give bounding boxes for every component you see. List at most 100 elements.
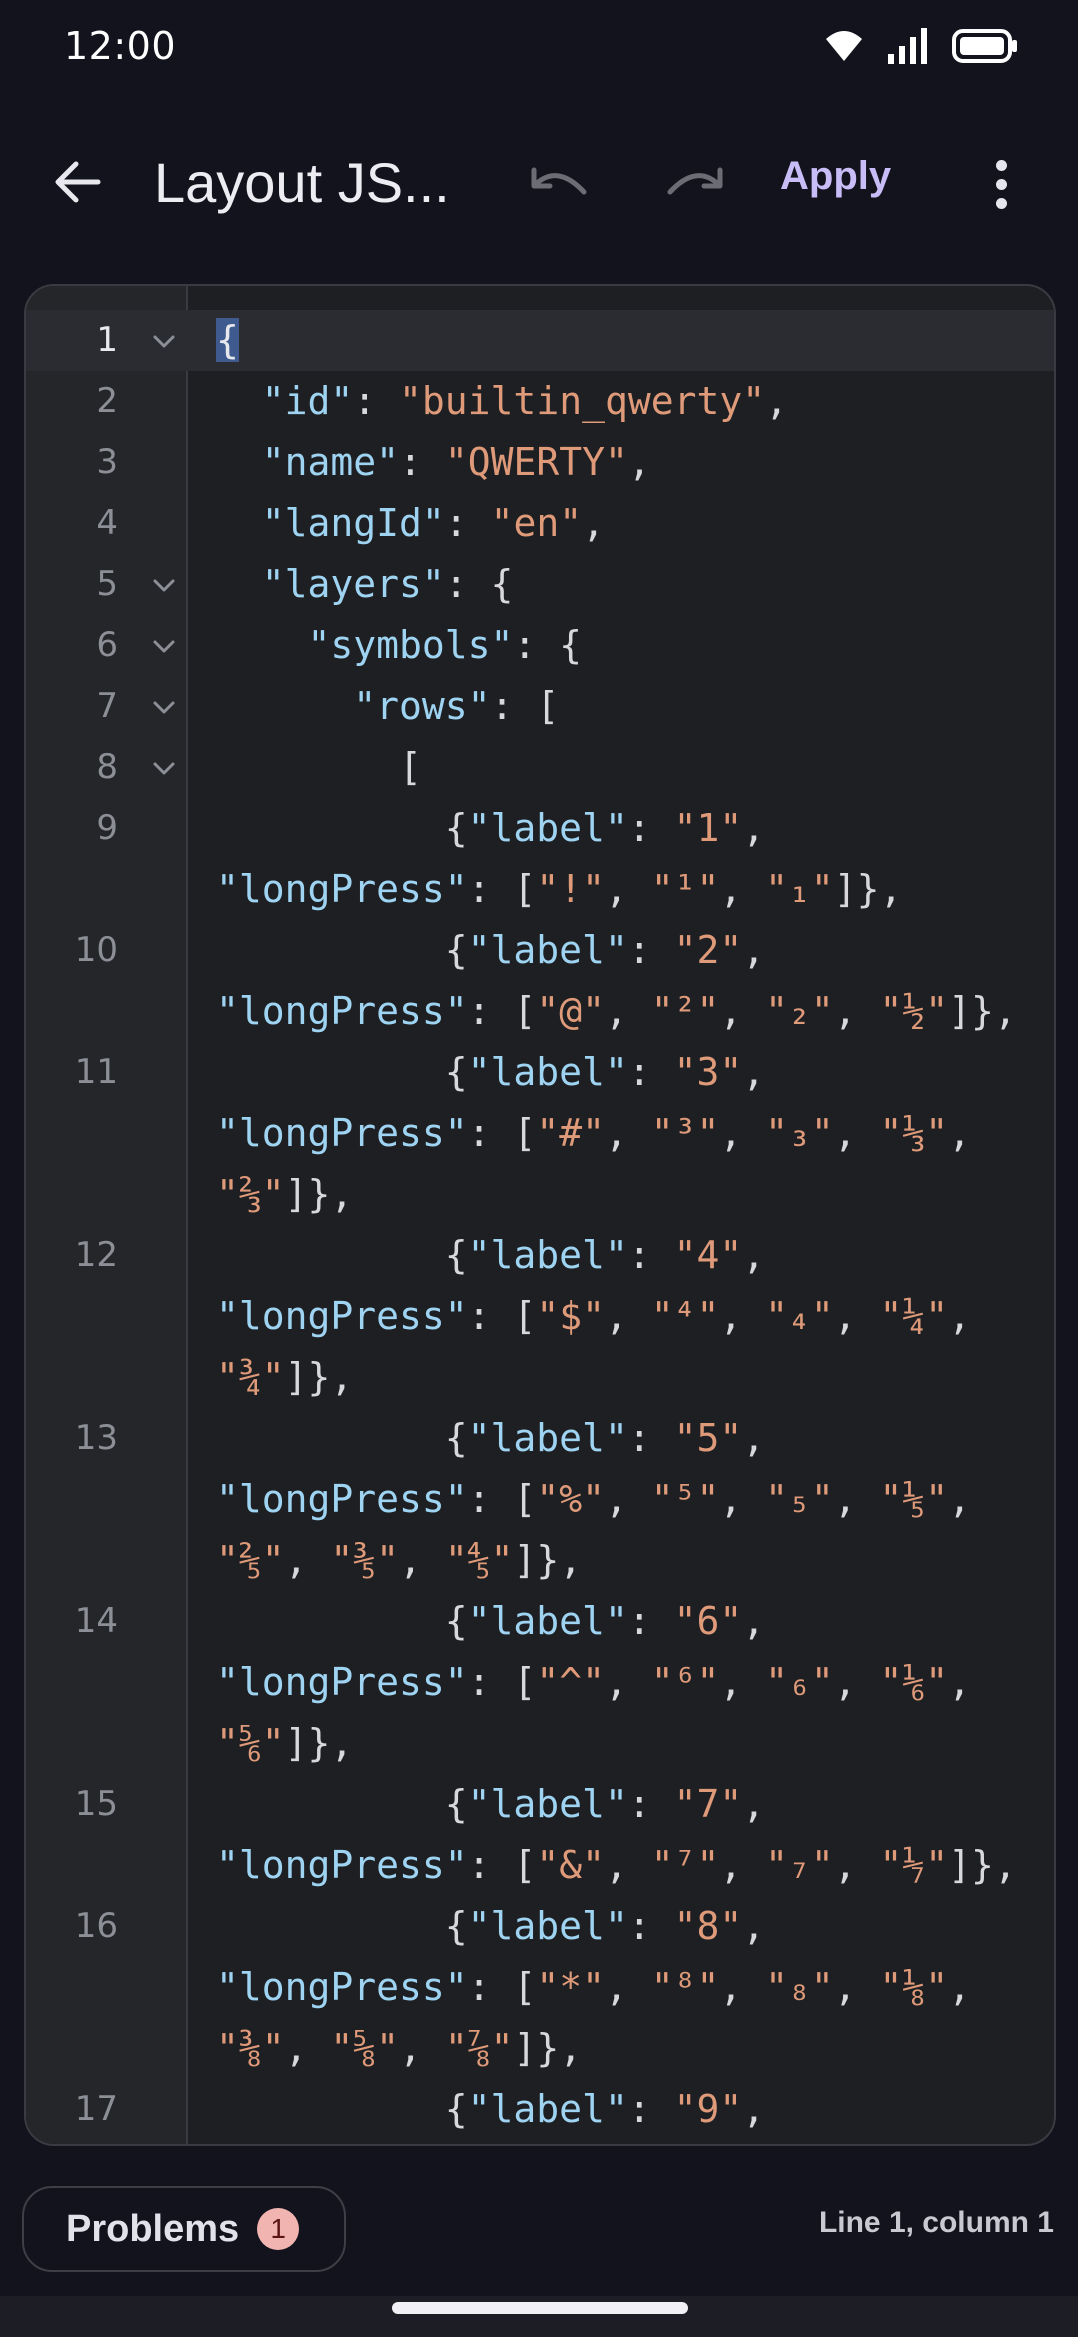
- json-punctuation: ,: [948, 1294, 994, 1338]
- json-punctuation: :: [627, 1233, 674, 1277]
- json-punctuation: ,: [604, 1965, 651, 2009]
- json-punctuation: ,: [604, 989, 651, 1033]
- json-punctuation: ,: [719, 1477, 766, 1521]
- json-string: "@": [536, 989, 605, 1033]
- json-key: "symbols": [307, 623, 514, 667]
- code-line[interactable]: 7 "rows": [: [26, 676, 1054, 737]
- battery-icon: [952, 28, 1018, 68]
- json-key: "longPress": [216, 867, 468, 911]
- json-punctuation: : [: [467, 1111, 537, 1155]
- line-number: 16: [74, 1906, 118, 1946]
- code-line[interactable]: 13 {"label": "5", "longPress": ["%", "⁵"…: [26, 1408, 1054, 1591]
- json-punctuation: ,: [742, 1782, 788, 1826]
- code-line[interactable]: 1{: [26, 310, 1054, 371]
- json-string: "₆": [765, 1660, 834, 1704]
- code-text: "name": "QWERTY",: [216, 432, 1052, 493]
- json-key: "label": [467, 1599, 628, 1643]
- json-key: "label": [467, 928, 628, 972]
- code-line[interactable]: 12 {"label": "4", "longPress": ["$", "⁴"…: [26, 1225, 1054, 1408]
- code-line[interactable]: 14 {"label": "6", "longPress": ["^", "⁶"…: [26, 1591, 1054, 1774]
- code-line[interactable]: 5 "layers": {: [26, 554, 1054, 615]
- json-punctuation: :: [627, 928, 674, 972]
- code-text: {: [216, 310, 1052, 371]
- json-string: "⁷": [650, 1843, 720, 1887]
- fold-chevron-icon[interactable]: [150, 572, 178, 600]
- json-punctuation: ,: [948, 1477, 994, 1521]
- line-number: 3: [96, 442, 118, 482]
- code-line[interactable]: 11 {"label": "3", "longPress": ["#", "³"…: [26, 1042, 1054, 1225]
- json-punctuation: : [: [467, 989, 537, 1033]
- fold-chevron-icon[interactable]: [150, 633, 178, 661]
- problems-button[interactable]: Problems 1: [22, 2186, 346, 2272]
- json-punctuation: ,: [742, 806, 788, 850]
- json-punctuation: {: [216, 1050, 468, 1094]
- fold-chevron-icon[interactable]: [150, 694, 178, 722]
- json-punctuation: ]},: [948, 989, 1017, 1033]
- json-key: "longPress": [216, 1965, 468, 2009]
- json-string: "⅓": [879, 1111, 949, 1155]
- json-punctuation: ]},: [284, 1355, 354, 1399]
- more-options-button[interactable]: [966, 146, 1036, 222]
- line-number: 14: [74, 1601, 118, 1641]
- fold-chevron-icon[interactable]: [150, 328, 178, 356]
- json-string: "#": [536, 1111, 605, 1155]
- redo-button[interactable]: [654, 146, 734, 222]
- json-punctuation: ,: [719, 867, 766, 911]
- code-line[interactable]: 15 {"label": "7", "longPress": ["&", "⁷"…: [26, 1774, 1054, 1896]
- json-punctuation: :: [444, 501, 491, 545]
- json-punctuation: ,: [284, 2026, 331, 2070]
- back-button[interactable]: [40, 146, 116, 222]
- json-string: "₇": [765, 1843, 834, 1887]
- json-key: "longPress": [216, 1294, 468, 1338]
- json-string: "⅜": [216, 2026, 285, 2070]
- json-string: "⅙": [879, 1660, 949, 1704]
- line-number: 4: [96, 503, 118, 543]
- json-string: "⅝": [330, 2026, 400, 2070]
- home-indicator[interactable]: [392, 2302, 688, 2314]
- json-punctuation: ,: [604, 1660, 651, 1704]
- json-punctuation: ]},: [284, 1721, 354, 1765]
- code-line[interactable]: 16 {"label": "8", "longPress": ["*", "⁸"…: [26, 1896, 1054, 2079]
- apply-button[interactable]: Apply: [780, 154, 891, 214]
- json-punctuation: ,: [742, 1416, 788, 1460]
- json-punctuation: : [: [467, 1965, 537, 2009]
- json-string: "⅞": [444, 2026, 514, 2070]
- json-string: "8": [673, 1904, 743, 1948]
- code-text: {"label": "2", "longPress": ["@", "²", "…: [216, 920, 1052, 1042]
- code-line[interactable]: 9 {"label": "1", "longPress": ["!", "¹",…: [26, 798, 1054, 920]
- json-key: "label": [467, 1782, 628, 1826]
- json-punctuation: ,: [948, 1965, 994, 2009]
- json-string: "¼": [879, 1294, 949, 1338]
- code-line[interactable]: 2 "id": "builtin_qwerty",: [26, 371, 1054, 432]
- code-line[interactable]: 3 "name": "QWERTY",: [26, 432, 1054, 493]
- wifi-icon: [824, 29, 864, 67]
- json-punctuation: ,: [742, 1050, 788, 1094]
- code-line[interactable]: 8 [: [26, 737, 1054, 798]
- json-key: "id": [261, 379, 354, 423]
- json-punctuation: : [: [467, 1294, 537, 1338]
- line-number: 9: [96, 808, 118, 848]
- line-number: 15: [74, 1784, 118, 1824]
- json-punctuation: [: [216, 745, 422, 789]
- undo-button[interactable]: [520, 146, 600, 222]
- code-line[interactable]: 10 {"label": "2", "longPress": ["@", "²"…: [26, 920, 1054, 1042]
- json-punctuation: : [: [467, 867, 537, 911]
- code-editor[interactable]: 1{2 "id": "builtin_qwerty", 3 "name": "QW…: [24, 284, 1056, 2146]
- json-punctuation: : {: [444, 562, 514, 606]
- json-key: "label": [467, 1050, 628, 1094]
- json-string: "₂": [765, 989, 834, 1033]
- fold-chevron-icon[interactable]: [150, 755, 178, 783]
- json-string: "₁": [765, 867, 834, 911]
- json-string: "2": [673, 928, 743, 972]
- json-punctuation: {: [216, 1599, 468, 1643]
- code-line[interactable]: 17 {"label": "9",: [26, 2079, 1054, 2140]
- code-line[interactable]: 6 "symbols": {: [26, 615, 1054, 676]
- json-string: "⅕": [879, 1477, 949, 1521]
- json-punctuation: [216, 379, 262, 423]
- json-punctuation: ,: [627, 440, 651, 484]
- line-number: 10: [74, 930, 118, 970]
- json-key: "label": [467, 2087, 628, 2131]
- code-line[interactable]: 4 "langId": "en",: [26, 493, 1054, 554]
- json-punctuation: [216, 501, 262, 545]
- json-punctuation: ,: [399, 2026, 445, 2070]
